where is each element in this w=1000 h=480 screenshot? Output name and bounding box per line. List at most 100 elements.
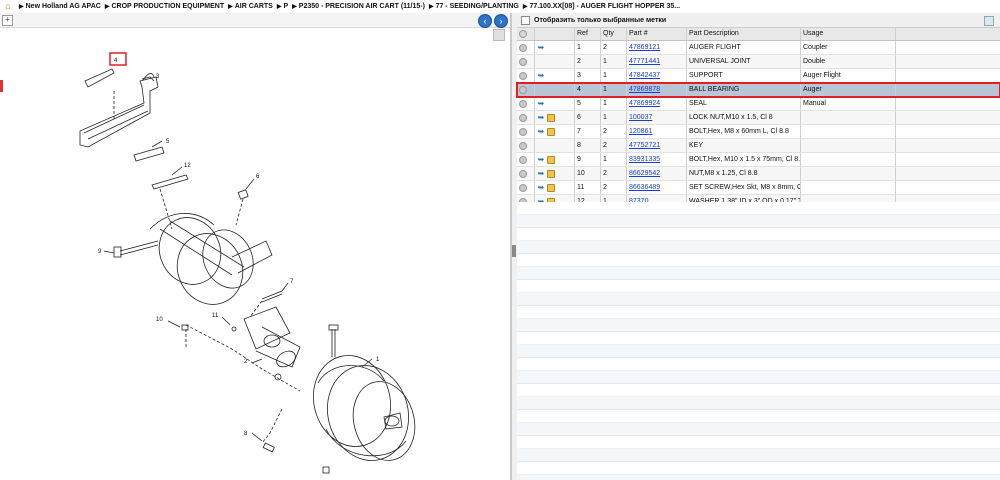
- part-number-text[interactable]: 47869878: [629, 86, 660, 93]
- replacement-arrow-icon[interactable]: ➥: [537, 43, 545, 52]
- row-select-icon[interactable]: [519, 57, 527, 66]
- breadcrumb-item[interactable]: New Holland AG APAC: [26, 3, 101, 10]
- part-number-text[interactable]: 47842437: [629, 72, 660, 79]
- row-select-cell[interactable]: [517, 41, 535, 54]
- replacement-arrow-icon[interactable]: ➥: [537, 183, 545, 192]
- part-number-link[interactable]: 86629542: [627, 167, 687, 180]
- part-number-link[interactable]: 47771441: [627, 55, 687, 68]
- row-select-cell[interactable]: [517, 153, 535, 166]
- select-all-icon[interactable]: [519, 30, 527, 38]
- header-part-number[interactable]: Part #: [627, 28, 687, 40]
- package-icon[interactable]: [547, 127, 555, 136]
- package-icon[interactable]: [547, 169, 555, 178]
- table-row[interactable]: 2 1 47771441 UNIVERSAL JOINT Double: [517, 55, 1000, 69]
- part-number-link[interactable]: 47869121: [627, 41, 687, 54]
- header-qty[interactable]: Qty: [601, 28, 627, 40]
- row-select-cell[interactable]: [517, 125, 535, 138]
- package-icon[interactable]: [547, 155, 555, 164]
- chevron-right-icon: ▶: [276, 3, 282, 10]
- part-number-link[interactable]: 120861: [627, 125, 687, 138]
- row-select-icon[interactable]: [519, 43, 527, 52]
- part-number-text[interactable]: 47771441: [629, 58, 660, 65]
- show-selected-checkbox[interactable]: [521, 15, 530, 25]
- breadcrumb-item[interactable]: 77.100.XX[08] - AUGER FLIGHT HOPPER 35..…: [529, 3, 680, 10]
- package-icon[interactable]: [547, 113, 555, 122]
- row-select-icon[interactable]: [519, 183, 527, 192]
- breadcrumb-item[interactable]: AIR CARTS: [235, 3, 273, 10]
- diagram-toolbar: + ‹ ›: [0, 13, 510, 28]
- table-row[interactable]: ➥ 3 1 47842437 SUPPORT Auger Flight: [517, 69, 1000, 83]
- row-select-icon[interactable]: [519, 155, 527, 164]
- usage-cell: [801, 125, 896, 138]
- breadcrumb-item[interactable]: P2350 - PRECISION AIR CART (11/15-): [299, 3, 425, 10]
- splitter-grip-icon[interactable]: [512, 245, 516, 257]
- next-page-icon[interactable]: ›: [494, 14, 508, 28]
- export-icon[interactable]: [984, 16, 994, 26]
- row-icons-cell: [535, 83, 575, 96]
- part-number-text[interactable]: 47869924: [629, 100, 660, 107]
- part-number-link[interactable]: 100037: [627, 111, 687, 124]
- part-number-link[interactable]: 83931335: [627, 153, 687, 166]
- header-part-description[interactable]: Part Description: [687, 28, 801, 40]
- part-description-cell: SEAL: [687, 97, 801, 110]
- row-select-icon[interactable]: [519, 113, 527, 122]
- table-row[interactable]: 4 1 47869878 BALL BEARING Auger: [516, 82, 1000, 98]
- ref-cell: 8: [575, 139, 601, 152]
- table-row[interactable]: 8 2 47752721 KEY: [517, 139, 1000, 153]
- part-number-text[interactable]: 47752721: [629, 142, 660, 149]
- breadcrumb-item[interactable]: 77 - SEEDING/PLANTING: [436, 3, 519, 10]
- header-ref[interactable]: Ref: [575, 28, 601, 40]
- row-select-icon[interactable]: [519, 71, 527, 80]
- part-description-cell: KEY: [687, 139, 801, 152]
- row-select-icon[interactable]: [519, 141, 527, 150]
- table-row[interactable]: ➥ 1 2 47869121 AUGER FLIGHT Coupler: [517, 41, 1000, 55]
- part-number-link[interactable]: 47752721: [627, 139, 687, 152]
- row-select-icon[interactable]: [519, 169, 527, 178]
- row-select-cell[interactable]: [517, 97, 535, 110]
- replacement-arrow-icon[interactable]: ➥: [537, 169, 545, 178]
- part-number-text[interactable]: 120861: [629, 128, 652, 135]
- table-row[interactable]: ➥ 7 2 120861 BOLT,Hex, M8 x 60mm L, Cl 8.8: [517, 125, 1000, 139]
- header-usage[interactable]: Usage: [801, 28, 896, 40]
- part-number-text[interactable]: 47869121: [629, 44, 660, 51]
- replacement-arrow-icon[interactable]: ➥: [537, 113, 545, 122]
- home-icon[interactable]: ⌂: [3, 1, 13, 11]
- part-number-link[interactable]: 47842437: [627, 69, 687, 82]
- qty-cell: 1: [601, 69, 627, 82]
- part-number-text[interactable]: 86636489: [629, 184, 660, 191]
- replacement-arrow-icon[interactable]: ➥: [537, 99, 545, 108]
- header-select-all[interactable]: [517, 28, 535, 40]
- replacement-arrow-icon[interactable]: ➥: [537, 155, 545, 164]
- chevron-right-icon: ▶: [19, 3, 24, 10]
- table-row[interactable]: ➥ 6 1 100037 LOCK NUT,M10 x 1.5, Cl 8: [517, 111, 1000, 125]
- table-row[interactable]: ➥ 11 2 86636489 SET SCREW,Hex Skt, M8 x 8mm,…: [517, 181, 1000, 195]
- part-number-link[interactable]: 86636489: [627, 181, 687, 194]
- table-row[interactable]: ➥ 5 1 47869924 SEAL Manual: [517, 97, 1000, 111]
- part-description-cell: SUPPORT: [687, 69, 801, 82]
- table-row[interactable]: ➥ 9 1 83931335 BOLT,Hex, M10 x 1.5 x 75mm, C…: [517, 153, 1000, 167]
- part-number-text[interactable]: 86629542: [629, 170, 660, 177]
- row-select-icon[interactable]: [519, 127, 527, 136]
- package-icon[interactable]: [547, 183, 555, 192]
- row-select-cell[interactable]: [517, 167, 535, 180]
- qty-cell: 1: [601, 97, 627, 110]
- row-select-icon[interactable]: [519, 85, 527, 94]
- row-select-cell[interactable]: [517, 181, 535, 194]
- table-row[interactable]: ➥ 10 2 86629542 NUT,M8 x 1.25, Cl 8.8: [517, 167, 1000, 181]
- part-number-link[interactable]: 47869924: [627, 97, 687, 110]
- row-select-cell[interactable]: [517, 111, 535, 124]
- replacement-arrow-icon[interactable]: ➥: [537, 127, 545, 136]
- previous-page-icon[interactable]: ‹: [478, 14, 492, 28]
- breadcrumb-item[interactable]: P: [283, 3, 288, 10]
- row-select-cell[interactable]: [517, 55, 535, 68]
- part-number-link[interactable]: 47869878: [627, 83, 687, 96]
- row-select-cell[interactable]: [517, 139, 535, 152]
- row-select-cell[interactable]: [517, 69, 535, 82]
- breadcrumb-item[interactable]: CROP PRODUCTION EQUIPMENT: [111, 3, 224, 10]
- zoom-icon[interactable]: +: [2, 15, 13, 26]
- row-select-cell[interactable]: [517, 83, 535, 96]
- part-number-text[interactable]: 83931335: [629, 156, 660, 163]
- replacement-arrow-icon[interactable]: ➥: [537, 71, 545, 80]
- row-select-icon[interactable]: [519, 99, 527, 108]
- part-number-text[interactable]: 100037: [629, 114, 652, 121]
